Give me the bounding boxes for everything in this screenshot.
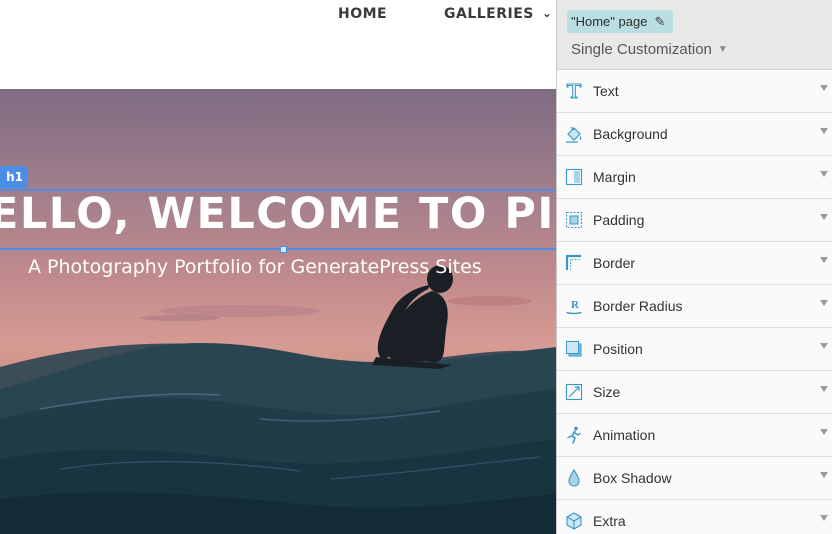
border-icon <box>565 254 581 270</box>
accordion-item-position[interactable]: Position <box>557 328 832 371</box>
caret-down-icon <box>820 214 828 220</box>
margin-icon <box>565 168 583 186</box>
nav-galleries[interactable]: GALLERIES ⌄ <box>444 6 552 22</box>
accordion-item-label: Margin <box>593 169 636 185</box>
page-chip[interactable]: "Home" page ✎ <box>567 10 674 33</box>
accordion-item-label: Border Radius <box>593 298 683 314</box>
caret-down-icon <box>820 472 828 478</box>
accordion-item-label: Size <box>593 384 621 400</box>
caret-down-icon <box>820 300 828 306</box>
svg-text:R: R <box>571 299 580 311</box>
accordion-item-text[interactable]: Text <box>557 70 832 113</box>
animation-icon <box>567 426 581 444</box>
surfer-silhouette <box>372 265 453 369</box>
accordion-item-label: Position <box>593 341 643 357</box>
caret-down-icon <box>820 429 828 435</box>
accordion-item-size[interactable]: Size <box>557 371 832 414</box>
caret-down-icon <box>820 128 828 134</box>
caret-down-icon <box>820 515 828 521</box>
accordion-item-background[interactable]: Background <box>557 113 832 156</box>
pencil-icon[interactable]: ✎ <box>654 10 665 33</box>
box-shadow-icon <box>568 468 580 487</box>
accordion-item-label: Animation <box>593 427 656 443</box>
cube-icon <box>566 512 582 530</box>
customization-panel: "Home" page ✎ Single Customization ▼ Text … <box>556 0 832 534</box>
accordion-item-label: Box Shadow <box>593 470 672 486</box>
nav-galleries-label: GALLERIES <box>444 6 534 22</box>
accordion-item-label: Padding <box>593 212 645 228</box>
customization-mode-select[interactable]: Single Customization ▼ <box>571 41 728 58</box>
property-accordion: Text Background Margin Padding Border R … <box>557 70 832 534</box>
element-tag-badge[interactable]: h1 <box>0 166 27 188</box>
page-chip-label: "Home" page <box>571 14 648 29</box>
caret-down-icon <box>820 257 828 263</box>
accordion-item-label: Border <box>593 255 636 271</box>
nav-home[interactable]: HOME <box>338 6 387 22</box>
caret-down-icon: ▼ <box>717 44 728 55</box>
paint-bucket-icon <box>566 126 582 143</box>
panel-header: "Home" page ✎ Single Customization ▼ <box>557 0 832 70</box>
accordion-item-label: Background <box>593 126 668 142</box>
caret-down-icon <box>820 171 828 177</box>
accordion-item-animation[interactable]: Animation <box>557 414 832 457</box>
accordion-item-border-radius[interactable]: R Border Radius <box>557 285 832 328</box>
hero-background-image <box>0 265 557 534</box>
hero-title[interactable]: ELLO, WELCOME TO PIX <box>0 188 557 240</box>
caret-down-icon <box>820 386 828 392</box>
customization-mode-label: Single Customization <box>571 41 712 58</box>
hero-section <box>0 89 557 534</box>
accordion-item-padding[interactable]: Padding <box>557 199 832 242</box>
accordion-item-label: Extra <box>593 513 626 529</box>
text-icon <box>566 83 582 99</box>
accordion-item-extra[interactable]: Extra <box>557 500 832 534</box>
caret-down-icon <box>820 343 828 349</box>
site-preview: HOME GALLERIES ⌄ h1 ELLO, WELCOME TO PIX… <box>0 0 557 534</box>
padding-icon <box>565 211 583 229</box>
accordion-item-box-shadow[interactable]: Box Shadow <box>557 457 832 500</box>
caret-down-icon <box>820 85 828 91</box>
chevron-down-icon: ⌄ <box>541 6 553 20</box>
size-icon <box>565 383 583 401</box>
site-header: HOME GALLERIES ⌄ <box>0 0 557 89</box>
accordion-item-margin[interactable]: Margin <box>557 156 832 199</box>
hero-subtitle[interactable]: A Photography Portfolio for GeneratePres… <box>28 254 482 280</box>
accordion-item-border[interactable]: Border <box>557 242 832 285</box>
border-radius-icon: R <box>566 299 582 315</box>
accordion-item-label: Text <box>593 83 619 99</box>
resize-handle[interactable] <box>280 246 287 253</box>
position-icon <box>566 341 582 357</box>
